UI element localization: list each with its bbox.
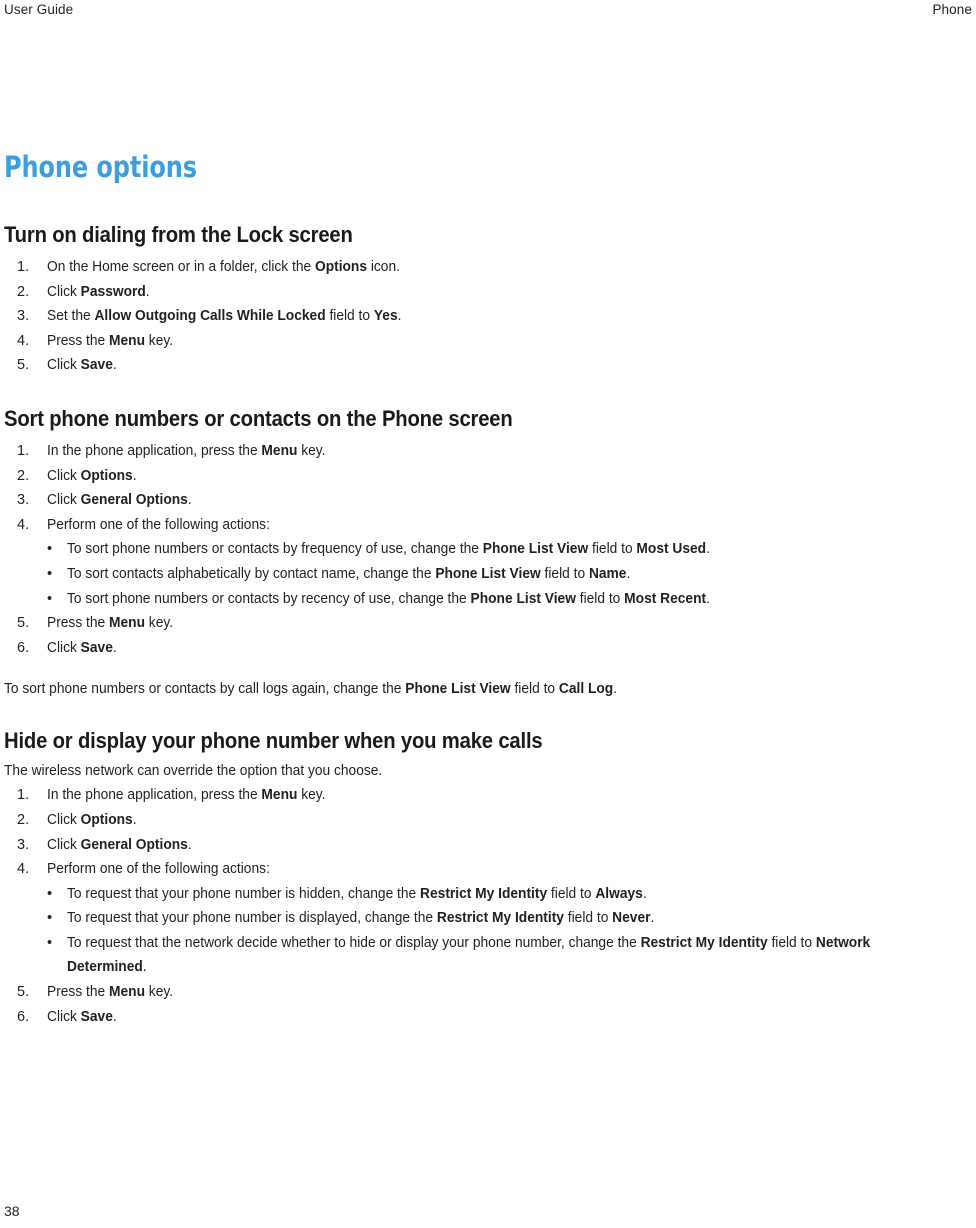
step-text: Click Save. [47,639,117,656]
step-text: Click General Options. [47,492,192,509]
sub-bullet-list: • To request that your phone number is hi… [47,882,972,980]
step-item: 3. Click General Options. [4,833,972,858]
bullet-dot-icon: • [47,910,53,927]
step-text: Press the Menu key. [47,615,174,632]
section-trailing-paragraph: To sort phone numbers or contacts by cal… [4,681,618,698]
step-number: 1. [17,787,30,804]
section: Hide or display your phone number when y… [4,728,972,1029]
step-text: Set the Allow Outgoing Calls While Locke… [47,308,402,325]
step-number: 3. [17,308,30,325]
sections-container: Turn on dialing from the Lock screen 1. On… [4,222,972,1029]
section-heading: Hide or display your phone number when y… [4,728,543,754]
step-text: Click General Options. [47,836,192,853]
bullet-dot-icon: • [47,590,53,607]
step-number: 1. [17,259,30,275]
step-item: 5. Press the Menu key. [4,980,972,1005]
sub-bullet-text: To request that the network decide wheth… [67,934,871,976]
step-number: 4. [17,516,30,533]
step-item: 1. On the Home screen or in a folder, cli… [4,255,972,280]
step-number: 6. [17,639,30,656]
sub-bullet-item: • To request that the network decide whet… [47,931,972,980]
step-item: 6. Click Save. [4,636,972,661]
step-number: 5. [17,615,30,632]
step-text: Perform one of the following actions: [47,861,270,878]
section-heading: Turn on dialing from the Lock screen [4,222,353,247]
step-item: 2. Click Options. [4,808,972,833]
page-footer: 38 [4,1202,972,1220]
sub-bullet-text: To sort contacts alphabetically by conta… [67,565,631,582]
step-item: 4. Perform one of the following actions: •… [4,857,972,980]
step-item: 2. Click Password. [4,280,972,305]
step-item: 3. Click General Options. [4,488,972,513]
step-list: 1. In the phone application, press the Me… [4,783,972,1029]
step-number: 5. [17,984,30,1001]
step-item: 5. Press the Menu key. [4,611,972,636]
step-text: Click Save. [47,357,117,374]
section: Sort phone numbers or contacts on the Ph… [4,406,972,700]
step-number: 5. [17,357,30,374]
sub-bullet-text: To request that your phone number is dis… [67,910,655,927]
step-list: 1. On the Home screen or in a folder, cli… [4,255,972,378]
step-number: 6. [17,1008,30,1025]
step-number: 4. [17,861,30,878]
section-heading: Sort phone numbers or contacts on the Ph… [4,405,513,431]
sub-bullet-item: • To request that your phone number is di… [47,906,972,931]
sub-bullet-item: • To request that your phone number is hi… [47,882,972,907]
running-header: User Guide Phone [0,0,976,22]
step-text: Click Options. [47,811,137,828]
step-text: Click Save. [47,1008,117,1025]
step-text: In the phone application, press the Menu… [47,787,326,804]
page-content: Phone options Turn on dialing from the L… [4,150,972,1029]
step-text: On the Home screen or in a folder, click… [47,259,400,275]
sub-bullet-text: To sort phone numbers or contacts by fre… [67,541,710,558]
sub-bullet-text: To request that your phone number is hid… [67,885,647,902]
running-header-right: Phone [932,2,972,17]
step-list: 1. In the phone application, press the Me… [4,439,972,660]
step-item: 4. Perform one of the following actions: •… [4,513,972,611]
running-header-left: User Guide [4,2,74,17]
section-lead-paragraph: The wireless network can override the op… [4,763,383,780]
step-item: 2. Click Options. [4,464,972,489]
step-text: Click Options. [47,467,137,484]
step-text: Click Password. [47,283,150,300]
page-title: Phone options [4,150,197,184]
step-text: In the phone application, press the Menu… [47,442,326,459]
step-number: 4. [17,332,30,349]
step-text: Press the Menu key. [47,984,174,1001]
step-number: 3. [17,492,30,509]
sub-bullet-list: • To sort phone numbers or contacts by fr… [47,537,972,611]
page-number: 38 [4,1203,20,1219]
step-item: 5. Click Save. [4,353,972,378]
step-item: 6. Click Save. [4,1005,972,1030]
bullet-dot-icon: • [47,885,53,902]
step-number: 2. [17,811,30,828]
step-item: 3. Set the Allow Outgoing Calls While Loc… [4,304,972,329]
step-number: 2. [17,467,30,484]
step-number: 3. [17,836,30,853]
step-item: 1. In the phone application, press the Me… [4,439,972,464]
sub-bullet-item: • To sort phone numbers or contacts by fr… [47,537,972,562]
step-item: 4. Press the Menu key. [4,329,972,354]
step-number: 2. [17,283,30,300]
section: Turn on dialing from the Lock screen 1. On… [4,222,972,378]
bullet-dot-icon: • [47,541,53,558]
sub-bullet-item: • To sort contacts alphabetically by cont… [47,562,972,587]
sub-bullet-item: • To sort phone numbers or contacts by re… [47,587,972,612]
step-text: Perform one of the following actions: [47,516,270,533]
step-text: Press the Menu key. [47,332,174,349]
bullet-dot-icon: • [47,934,53,951]
step-item: 1. In the phone application, press the Me… [4,783,972,808]
step-number: 1. [17,442,30,459]
sub-bullet-text: To sort phone numbers or contacts by rec… [67,590,710,607]
bullet-dot-icon: • [47,565,53,582]
